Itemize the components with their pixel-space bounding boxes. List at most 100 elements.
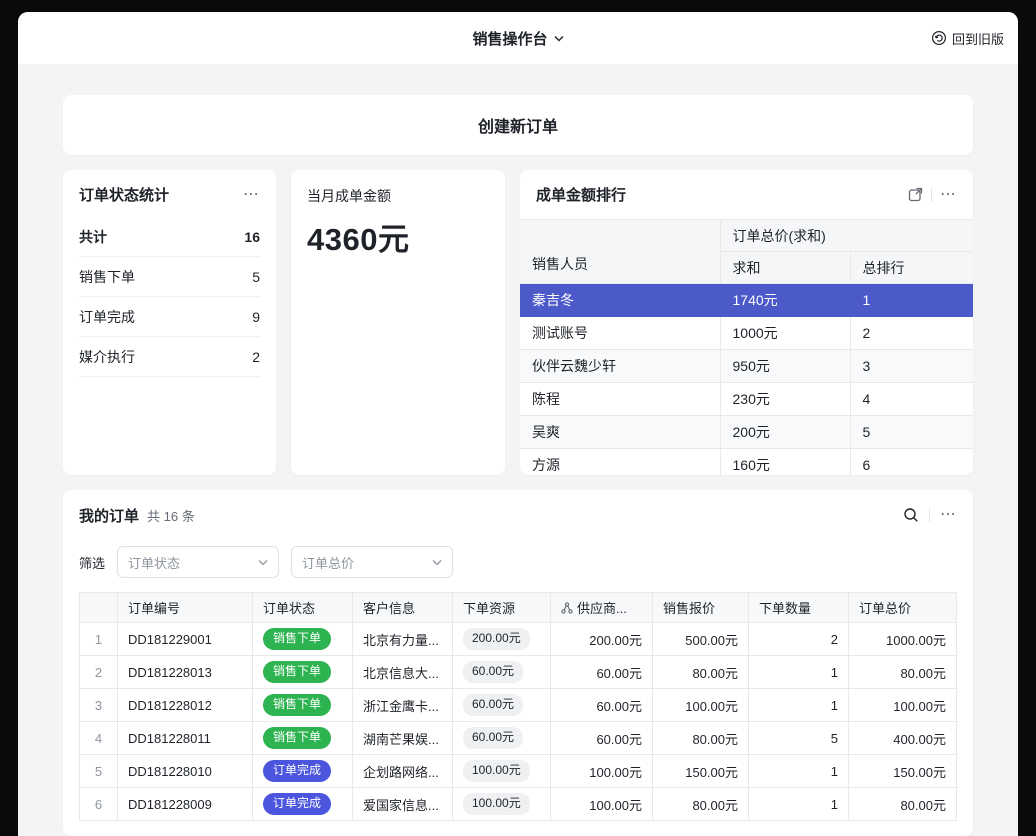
col-quote[interactable]: 销售报价 (653, 593, 749, 623)
qty-cell: 1 (749, 689, 849, 722)
ranking-row[interactable]: 方源 160元 6 (520, 449, 973, 476)
ranking-row[interactable]: 秦吉冬 1740元 1 (520, 284, 973, 317)
rank-pos: 3 (850, 350, 973, 383)
rank-sum: 950元 (720, 350, 850, 383)
rank-name: 伙伴云魏少轩 (520, 350, 720, 383)
col-supplier-label: 供应商... (577, 598, 627, 617)
monthly-amount-label: 当月成单金额 (307, 186, 489, 206)
resource-tag: 60.00元 (463, 694, 523, 716)
my-orders-count: 共 16 条 (147, 506, 195, 525)
workspace-switcher[interactable]: 销售操作台 (472, 28, 563, 49)
col-qty[interactable]: 下单数量 (749, 593, 849, 623)
order-row[interactable]: 5 DD181228010 订单完成 企划路网络... 100.00元 100.… (80, 755, 957, 788)
filter-order-status-dropdown[interactable]: 订单状态 (117, 546, 279, 578)
quote-cell: 80.00元 (653, 722, 749, 755)
rank-name: 测试账号 (520, 317, 720, 350)
open-in-new-icon[interactable] (908, 187, 923, 202)
order-row[interactable]: 3 DD181228012 销售下单 浙江金鹰卡... 60.00元 60.00… (80, 689, 957, 722)
status-row[interactable]: 销售下单 5 (79, 257, 260, 297)
ranking-row[interactable]: 吴爽 200元 5 (520, 416, 973, 449)
status-value: 9 (252, 309, 260, 325)
supplier-cell: 100.00元 (551, 755, 653, 788)
rank-pos: 2 (850, 317, 973, 350)
total-cell: 1000.00元 (849, 623, 957, 656)
ranking-title: 成单金额排行 (536, 184, 626, 205)
ranking-row[interactable]: 陈程 230元 4 (520, 383, 973, 416)
col-supplier[interactable]: 供应商... (551, 593, 653, 623)
status-label: 共计 (79, 227, 107, 247)
app-window: 销售操作台 回到旧版 创建新订单 订单状态统计 ⋯ (18, 12, 1018, 836)
order-status-card: 订单状态统计 ⋯ 共计 16 销售下单 5 订单完成 9 (63, 170, 276, 475)
search-icon[interactable] (903, 507, 919, 523)
orders-table-container: 订单编号 订单状态 客户信息 下单资源 (63, 592, 973, 836)
my-orders-title: 我的订单 (79, 505, 139, 526)
ranking-table: 销售人员 订单总价(求和) 求和 总排行 秦吉冬 1740元 1 (520, 219, 973, 475)
order-row[interactable]: 6 DD181228009 订单完成 爱国家信息... 100.00元 100.… (80, 788, 957, 821)
rank-sum: 1740元 (720, 284, 850, 317)
qty-cell: 2 (749, 623, 849, 656)
quote-cell: 80.00元 (653, 656, 749, 689)
order-row[interactable]: 2 DD181228013 销售下单 北京信息大... 60.00元 60.00… (80, 656, 957, 689)
resource-tag: 100.00元 (463, 760, 530, 782)
status-row[interactable]: 媒介执行 2 (79, 337, 260, 377)
customer-cell: 湖南芒果娱... (353, 722, 453, 755)
resource-tag: 100.00元 (463, 793, 530, 815)
customer-cell: 浙江金鹰卡... (353, 689, 453, 722)
filter-label: 筛选 (79, 553, 105, 572)
col-salesperson: 销售人员 (520, 220, 720, 284)
ranking-row[interactable]: 伙伴云魏少轩 950元 3 (520, 350, 973, 383)
quote-cell: 500.00元 (653, 623, 749, 656)
order-row[interactable]: 1 DD181229001 销售下单 北京有力量... 200.00元 200.… (80, 623, 957, 656)
col-total[interactable]: 订单总价 (849, 593, 957, 623)
order-row[interactable]: 4 DD181228011 销售下单 湖南芒果娱... 60.00元 60.00… (80, 722, 957, 755)
more-icon[interactable]: ⋯ (940, 187, 957, 203)
ranking-card-header: 成单金额排行 ⋯ (520, 170, 973, 213)
ranking-row[interactable]: 测试账号 1000元 2 (520, 317, 973, 350)
rank-sum: 160元 (720, 449, 850, 476)
customer-cell: 北京信息大... (353, 656, 453, 689)
total-cell: 150.00元 (849, 755, 957, 788)
col-resource[interactable]: 下单资源 (453, 593, 551, 623)
rank-name: 方源 (520, 449, 720, 476)
filter-order-total-value: 订单总价 (302, 553, 354, 572)
total-cell: 400.00元 (849, 722, 957, 755)
col-index (80, 593, 118, 623)
relation-icon (561, 602, 573, 614)
filter-order-total-dropdown[interactable]: 订单总价 (291, 546, 453, 578)
status-badge: 销售下单 (263, 694, 331, 716)
divider (929, 508, 930, 522)
status-row-total[interactable]: 共计 16 (79, 217, 260, 257)
orders-header-row: 订单编号 订单状态 客户信息 下单资源 (80, 593, 957, 623)
more-icon[interactable]: ⋯ (940, 507, 957, 523)
status-badge: 订单完成 (263, 760, 331, 782)
more-icon[interactable]: ⋯ (243, 187, 260, 203)
top-bar: 销售操作台 回到旧版 (18, 12, 1018, 64)
customer-cell: 北京有力量... (353, 623, 453, 656)
total-cell: 80.00元 (849, 788, 957, 821)
quote-cell: 80.00元 (653, 788, 749, 821)
row-index: 4 (80, 722, 118, 755)
order-status-card-header: 订单状态统计 ⋯ (63, 170, 276, 213)
rank-sum: 1000元 (720, 317, 850, 350)
row-index: 6 (80, 788, 118, 821)
col-customer[interactable]: 客户信息 (353, 593, 453, 623)
chevron-down-icon (554, 35, 564, 42)
supplier-cell: 100.00元 (551, 788, 653, 821)
col-order-id[interactable]: 订单编号 (118, 593, 253, 623)
rank-pos: 5 (850, 416, 973, 449)
supplier-cell: 60.00元 (551, 722, 653, 755)
order-id: DD181228011 (118, 722, 253, 755)
dashboard-content: 创建新订单 订单状态统计 ⋯ 共计 16 销售下单 5 (18, 64, 1018, 836)
create-order-button[interactable]: 创建新订单 (63, 95, 973, 155)
status-badge: 销售下单 (263, 661, 331, 683)
ranking-card: 成单金额排行 ⋯ 销售人员 (520, 170, 973, 475)
quote-cell: 150.00元 (653, 755, 749, 788)
stats-row: 订单状态统计 ⋯ 共计 16 销售下单 5 订单完成 9 (63, 170, 973, 475)
back-to-old-version-button[interactable]: 回到旧版 (931, 12, 1004, 64)
back-to-old-version-label: 回到旧版 (952, 29, 1004, 48)
col-order-status[interactable]: 订单状态 (253, 593, 353, 623)
status-row[interactable]: 订单完成 9 (79, 297, 260, 337)
ranking-header-actions: ⋯ (908, 187, 957, 203)
supplier-cell: 60.00元 (551, 656, 653, 689)
my-orders-actions: ⋯ (903, 507, 957, 523)
